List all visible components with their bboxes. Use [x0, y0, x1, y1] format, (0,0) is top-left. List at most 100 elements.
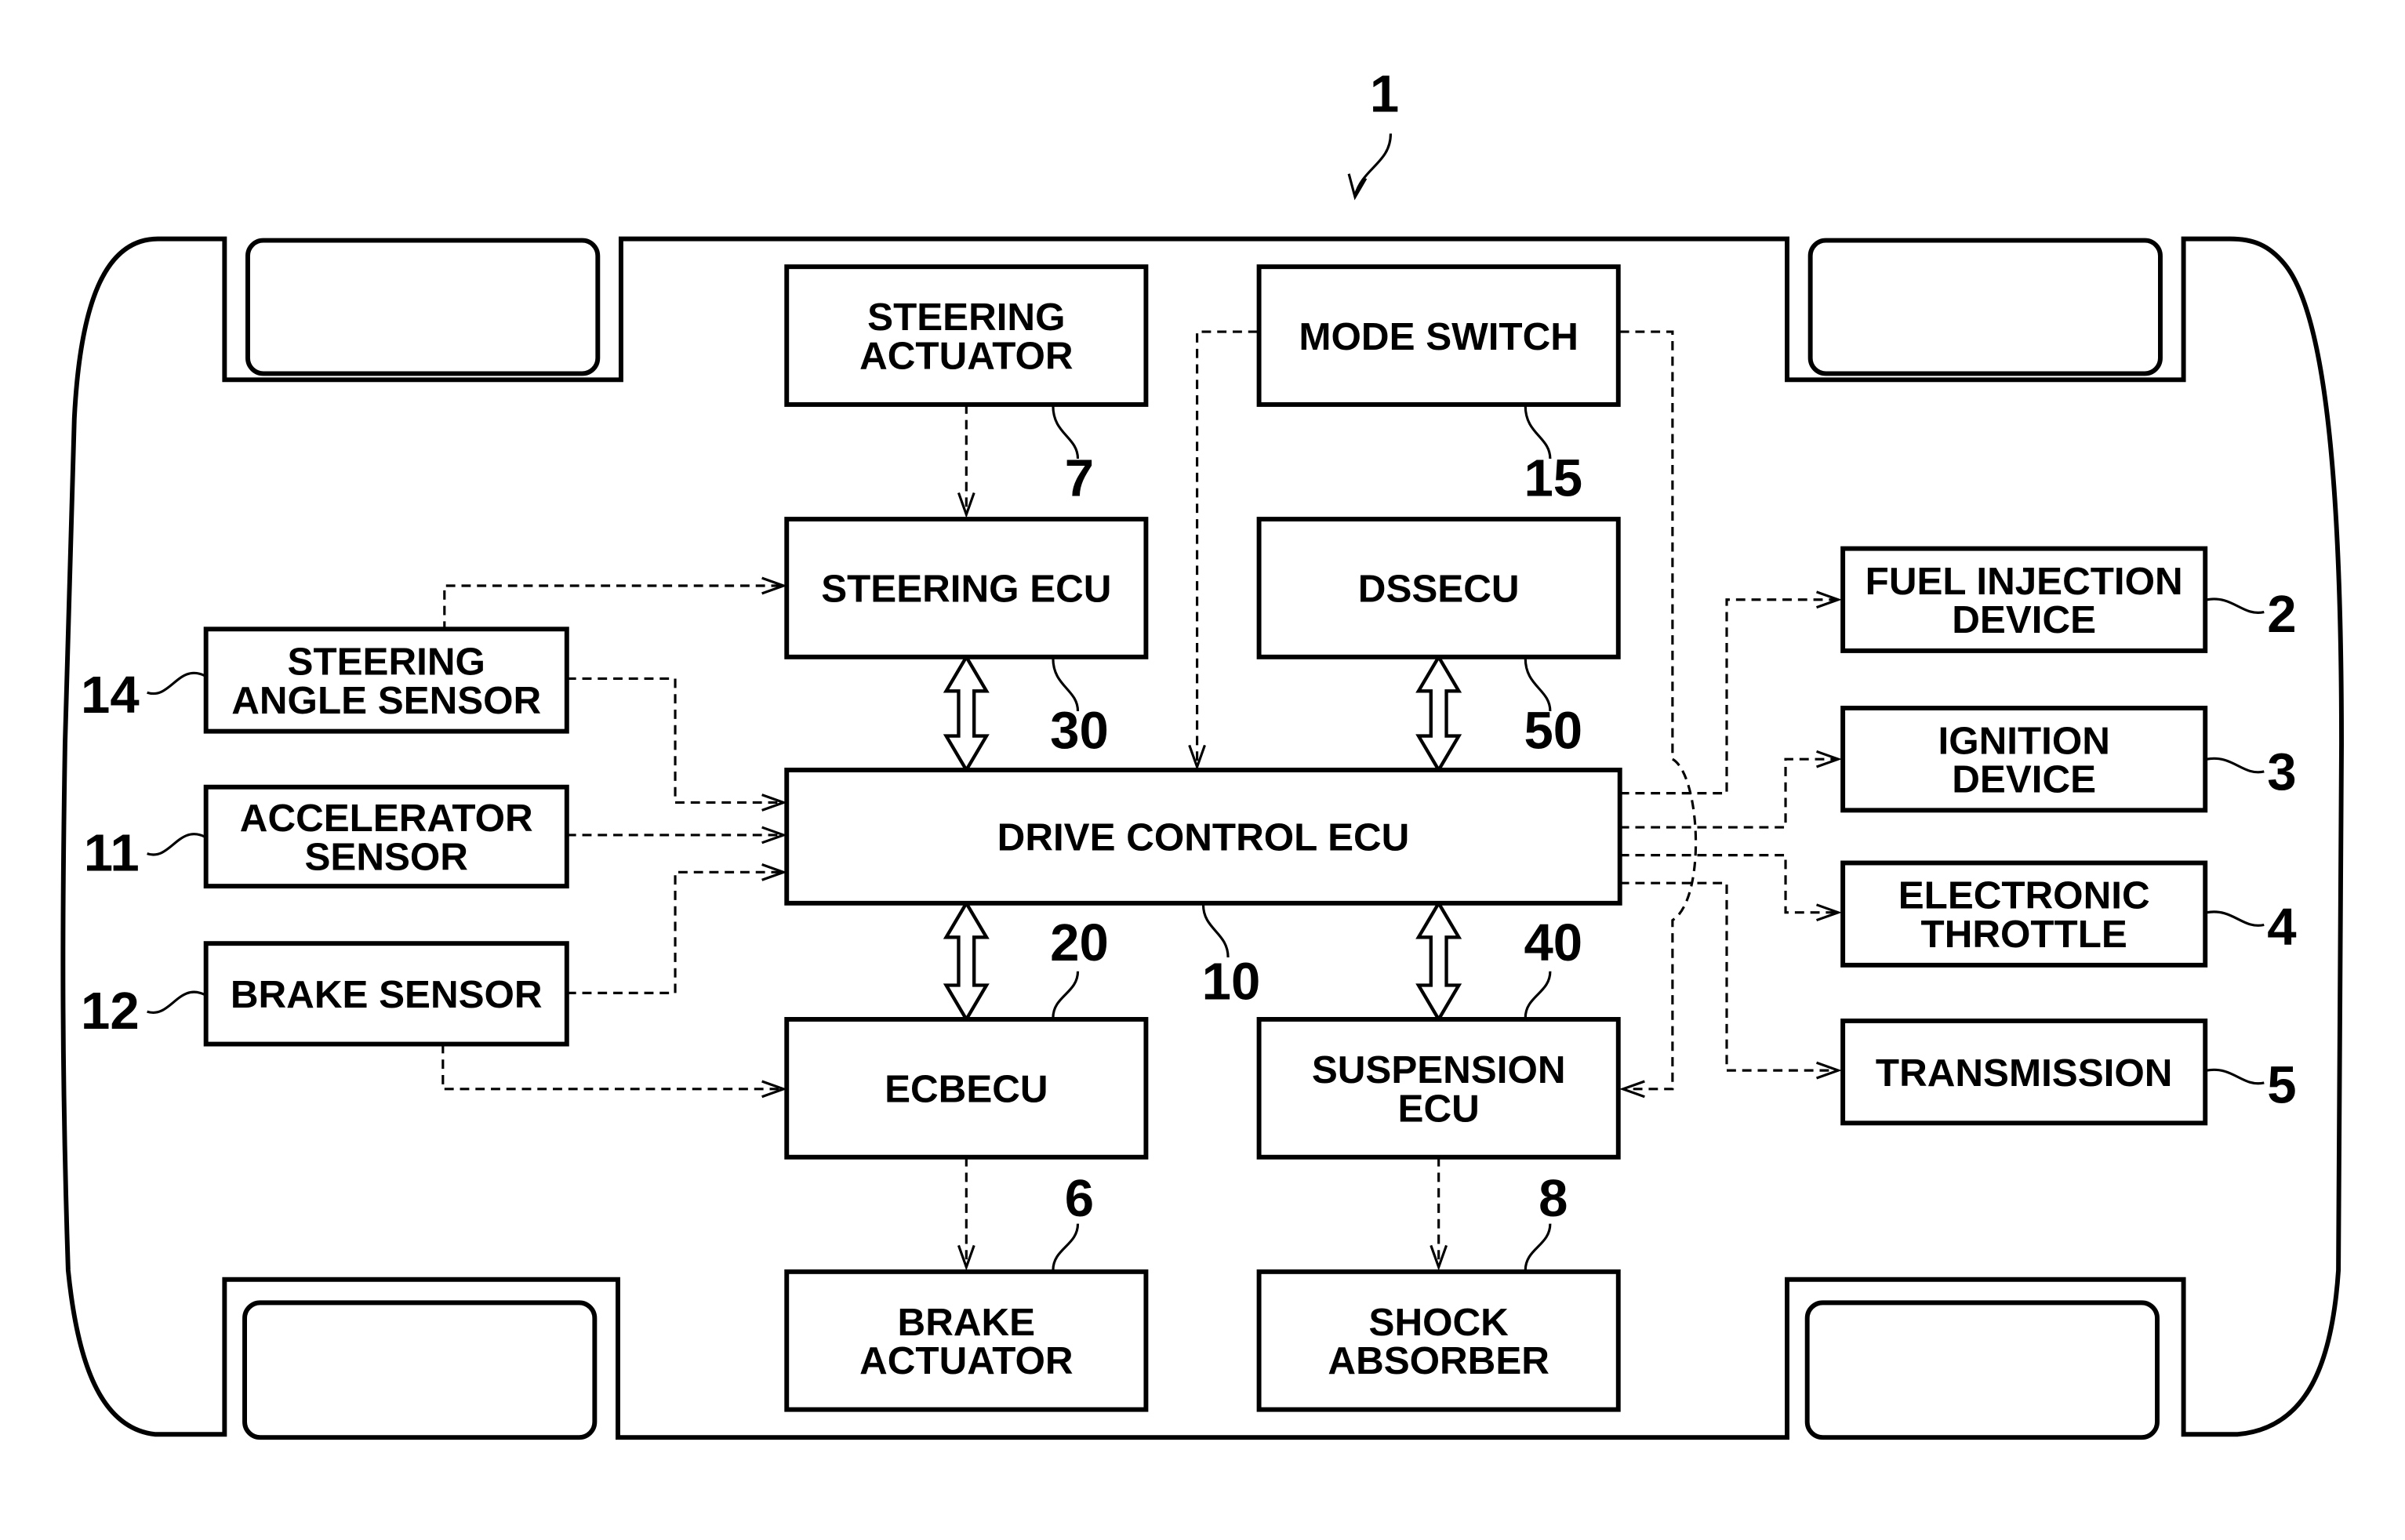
ref-shock-absorber: 8	[1524, 1169, 1568, 1270]
block-label: MODE SWITCH	[1299, 315, 1578, 358]
block-label: FUEL INJECTION	[1866, 560, 2183, 603]
block-label: STEERING	[867, 296, 1065, 339]
block-label: SENSOR	[305, 835, 468, 878]
leader-line	[1524, 971, 1552, 1019]
ref-brake-actuator: 6	[1052, 1169, 1094, 1270]
block-transmission: TRANSMISSION	[1840, 1018, 2208, 1126]
block-label: ELECTRONIC	[1898, 874, 2150, 917]
reference-numeral: 14	[81, 666, 140, 725]
leader-line	[2206, 910, 2265, 927]
line-brake-sensor-to-drive-ecu	[566, 870, 784, 994]
block-suspension-ecu: SUSPENSIONECU	[1256, 1016, 1621, 1160]
ref-steering-actuator: 7	[1052, 405, 1094, 507]
ref-steering-ecu: 30	[1050, 658, 1109, 760]
ref-steering-angle-sensor: 14	[81, 666, 205, 725]
block-accelerator-sensor: ACCELERATORSENSOR	[203, 784, 569, 889]
reference-numeral: 40	[1524, 913, 1582, 972]
block-dssecu: DSSECU	[1256, 517, 1621, 659]
block-label: DEVICE	[1952, 598, 2096, 641]
block-label: ACTUATOR	[859, 335, 1073, 378]
reference-numeral: 30	[1050, 701, 1109, 760]
wheel-rear-left	[242, 1300, 598, 1440]
ref-mode-switch: 15	[1524, 405, 1582, 507]
line-drive-ecu-to-transmission	[1619, 881, 1839, 1072]
reference-numeral: 5	[2267, 1056, 2296, 1115]
block-label: ACTUATOR	[859, 1339, 1073, 1382]
leader-line	[2206, 597, 2265, 614]
leader-line	[1052, 971, 1080, 1019]
reference-numeral: 4	[2267, 898, 2296, 957]
bus-arrow-ecbecu	[943, 899, 990, 1023]
bus-arrow-steering-ecu	[943, 653, 990, 774]
reference-numeral: 2	[2267, 585, 2296, 644]
block-steering-actuator: STEERINGACTUATOR	[784, 264, 1149, 407]
reference-numeral: 6	[1065, 1169, 1094, 1228]
block-label: ECBECU	[885, 1068, 1048, 1111]
reference-numeral: 3	[2267, 743, 2296, 802]
block-label: STEERING ECU	[821, 568, 1111, 611]
block-label: BRAKE SENSOR	[231, 973, 543, 1016]
block-label: BRAKE	[898, 1301, 1036, 1344]
bus-arrow-suspension-ecu	[1415, 899, 1462, 1023]
line-mode-switch-to-suspension-ecu	[1619, 330, 1698, 1091]
block-mode-switch: MODE SWITCH	[1256, 264, 1621, 407]
leader-line	[2206, 1068, 2265, 1085]
leader-line	[2206, 757, 2265, 774]
block-ecbecu: ECBECU	[784, 1016, 1149, 1160]
leader-line	[1201, 904, 1230, 958]
leader-line	[147, 833, 205, 856]
reference-numeral: 8	[1539, 1169, 1568, 1228]
block-label: ABSORBER	[1328, 1339, 1549, 1382]
block-steering-ecu: STEERING ECU	[784, 517, 1149, 659]
wheel-front-right	[1807, 238, 2163, 376]
blocks: STEERINGACTUATOR MODE SWITCHSTEERING ECU D…	[203, 264, 2208, 1412]
block-label: STEERING	[288, 641, 485, 684]
ref-suspension-ecu: 40	[1524, 913, 1582, 1019]
ref-transmission: 5	[2206, 1056, 2297, 1115]
line-mode-switch-to-drive-ecu	[1196, 330, 1258, 768]
block-shock-absorber: SHOCKABSORBER	[1256, 1269, 1621, 1412]
block-label: ANGLE SENSOR	[231, 679, 541, 722]
line-drive-ecu-to-fuel-injection	[1619, 598, 1839, 795]
block-label: DEVICE	[1952, 758, 2096, 801]
line-angle-sensor-to-steering-ecu	[443, 584, 784, 631]
line-brake-sensor-to-ecbecu	[441, 1044, 784, 1091]
reference-numeral: 15	[1524, 449, 1582, 507]
leader-line	[1052, 1223, 1080, 1270]
block-label: TRANSMISSION	[1876, 1051, 2172, 1095]
block-steering-angle-sensor: STEERINGANGLE SENSOR	[203, 627, 569, 734]
block-label: SHOCK	[1369, 1301, 1509, 1344]
wheel-rear-right	[1804, 1300, 2160, 1440]
block-ignition-device: IGNITIONDEVICE	[1840, 706, 2208, 813]
ref-brake-sensor: 12	[81, 982, 205, 1041]
leader-line	[147, 671, 205, 696]
block-brake-sensor: BRAKE SENSOR	[203, 941, 569, 1047]
block-fuel-injection-device: FUEL INJECTIONDEVICE	[1840, 546, 2208, 653]
leader-line	[147, 990, 205, 1015]
ref-ignition-device: 3	[2206, 743, 2297, 802]
block-electronic-throttle: ELECTRONICTHROTTLE	[1840, 860, 2208, 968]
vehicle-control-block-diagram: 1 STEERINGACTUATOR MODE SWITCHSTEERING E…	[60, 65, 2344, 1440]
block-drive-control-ecu: DRIVE CONTROL ECU	[784, 768, 1622, 906]
leader-line	[1524, 1223, 1552, 1270]
line-angle-sensor-to-drive-ecu	[566, 677, 784, 805]
block-label: DSSECU	[1358, 568, 1520, 611]
ref-fuel-injection-device: 2	[2206, 585, 2297, 644]
wheel-front-left	[245, 238, 601, 376]
reference-numeral: 50	[1524, 701, 1582, 760]
block-label: THROTTLE	[1921, 913, 2127, 956]
reference-numeral: 12	[81, 982, 140, 1041]
block-label: ECU	[1398, 1087, 1480, 1130]
bus-arrow-dssecu	[1415, 653, 1462, 774]
ref-dssecu: 50	[1524, 658, 1582, 760]
ref-accelerator-sensor: 11	[84, 823, 205, 882]
block-label: IGNITION	[1938, 719, 2109, 762]
ref-ecbecu: 20	[1050, 913, 1109, 1019]
reference-numeral: 10	[1202, 952, 1261, 1011]
reference-numeral: 20	[1050, 913, 1109, 972]
block-label: SUSPENSION	[1312, 1048, 1566, 1091]
block-label: DRIVE CONTROL ECU	[997, 816, 1410, 859]
reference-numeral: 7	[1065, 449, 1094, 507]
ref-drive-control-ecu: 10	[1201, 904, 1261, 1011]
ref-electronic-throttle: 4	[2206, 898, 2297, 957]
